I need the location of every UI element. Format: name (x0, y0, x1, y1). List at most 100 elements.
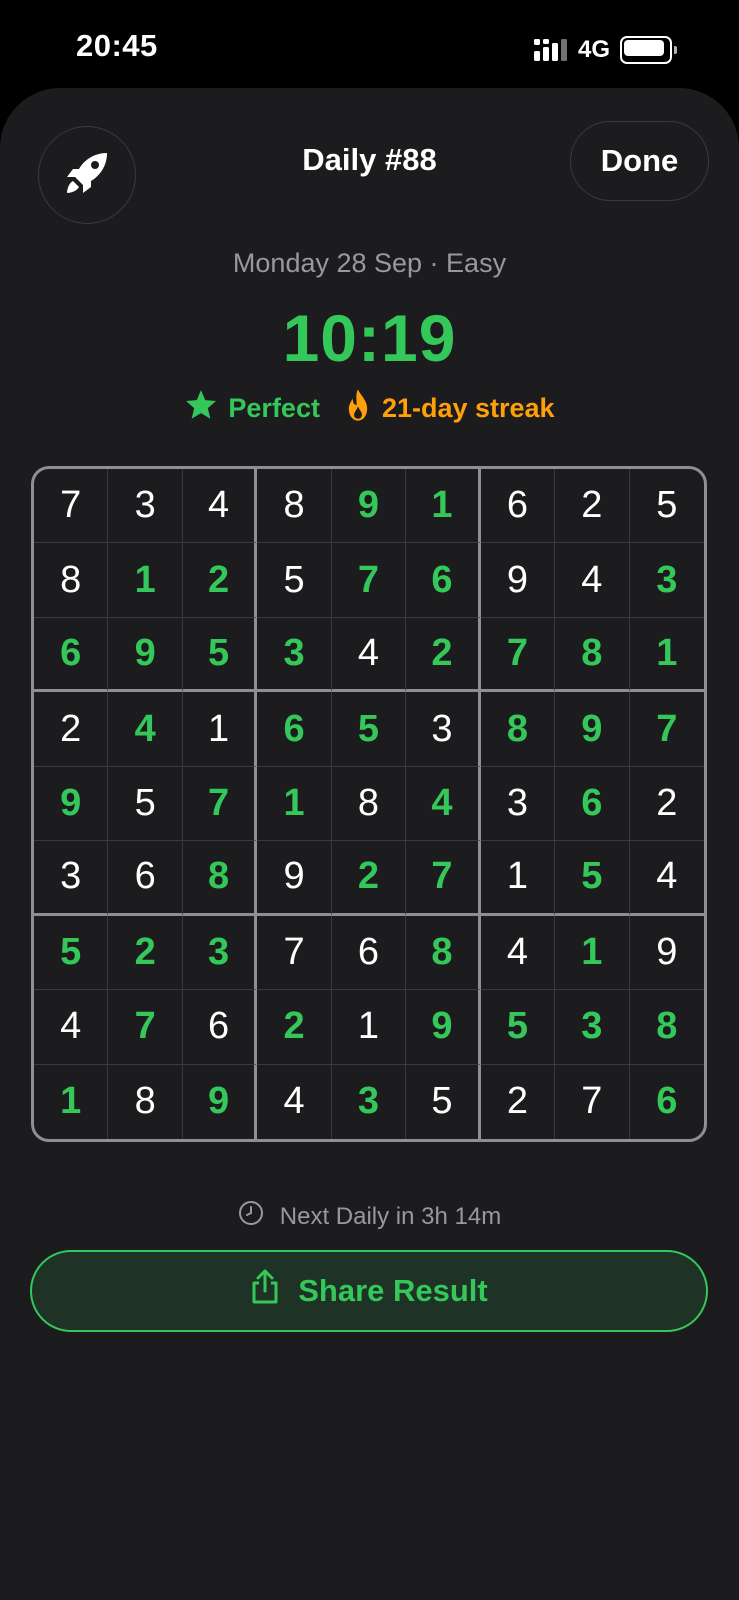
grid-cell: 8 (555, 617, 630, 693)
signal-icon (533, 39, 568, 61)
grid-cell: 7 (480, 617, 556, 693)
grid-cell: 5 (555, 841, 630, 916)
clock-icon (238, 1200, 264, 1233)
grid-cell: 9 (555, 692, 630, 767)
grid-cell: 4 (629, 841, 704, 916)
flame-icon (344, 388, 372, 429)
grid-cell: 5 (406, 1064, 481, 1139)
grid-cell: 2 (257, 990, 332, 1065)
grid-cell: 1 (108, 543, 183, 618)
grid-cell: 6 (257, 692, 332, 767)
grid-cell: 2 (182, 543, 258, 618)
grid-cell: 1 (555, 915, 630, 991)
network-label: 4G (577, 36, 610, 63)
share-icon (250, 1269, 280, 1313)
grid-cell: 1 (629, 618, 704, 693)
grid-cell: 4 (108, 692, 183, 767)
grid-cell: 5 (629, 469, 704, 544)
grid-cell: 2 (555, 469, 630, 544)
grid-cell: 3 (108, 469, 183, 544)
grid-cell: 2 (629, 767, 704, 842)
grid-cell: 3 (332, 1064, 407, 1139)
grid-cell: 4 (34, 990, 109, 1065)
grid-cell: 3 (34, 841, 109, 916)
grid-cell: 2 (34, 692, 109, 767)
grid-cell: 2 (331, 841, 407, 916)
grid-cell: 7 (331, 543, 407, 618)
grid-cell: 6 (34, 617, 109, 693)
done-button[interactable]: Done (570, 121, 709, 201)
grid-cell: 7 (108, 990, 183, 1065)
grid-cell: 9 (331, 469, 407, 544)
date-difficulty: Monday 28 Sep · Easy (232, 248, 507, 278)
streak-label: 21-day streak (381, 393, 555, 423)
grid-cell: 8 (629, 990, 704, 1065)
grid-cell: 5 (34, 915, 109, 991)
grid-cell: 5 (480, 990, 556, 1065)
grid-cell: 6 (555, 766, 630, 842)
grid-cell: 1 (34, 1064, 109, 1139)
result-badges: Perfect 21-day streak (0, 388, 739, 429)
grid-cell: 8 (331, 766, 407, 842)
sudoku-grid: 7348916258125769436953427812416538979571… (31, 466, 707, 1142)
grid-cell: 1 (406, 469, 481, 544)
grid-cell: 8 (257, 469, 332, 544)
grid-cell: 7 (629, 692, 704, 767)
grid-cell: 4 (331, 617, 407, 693)
grid-cell: 7 (34, 469, 109, 544)
grid-cell: 9 (34, 766, 109, 842)
grid-cell: 7 (257, 915, 332, 991)
grid-cell: 4 (257, 1064, 332, 1139)
grid-cell: 8 (34, 543, 109, 618)
next-daily-countdown: Next Daily in 3h 14m (0, 1200, 739, 1233)
grid-cell: 9 (406, 990, 481, 1065)
star-icon (184, 388, 218, 429)
grid-cell: 9 (480, 543, 556, 618)
status-time: 20:45 (76, 28, 158, 63)
grid-cell: 1 (182, 692, 258, 767)
completion-time: 10:19 (282, 301, 457, 375)
grid-cell: 3 (555, 990, 630, 1065)
grid-cell: 3 (629, 543, 704, 618)
next-daily-label: Next Daily in 3h 14m (279, 1202, 502, 1230)
grid-cell: 4 (182, 469, 258, 544)
grid-cell: 3 (480, 766, 556, 842)
daily-result-sheet: Daily #88 Done Monday 28 Sep · Easy 10:1… (0, 88, 739, 1600)
grid-cell: 2 (406, 617, 481, 693)
grid-cell: 5 (108, 766, 183, 842)
grid-cell: 7 (555, 1064, 630, 1139)
status-indicators: 4G (533, 36, 677, 64)
grid-cell: 5 (182, 617, 258, 693)
grid-cell: 5 (257, 543, 332, 618)
grid-cell: 9 (183, 1064, 258, 1139)
grid-cell: 8 (182, 841, 258, 916)
grid-cell: 8 (108, 1064, 183, 1139)
streak-badge: 21-day streak (344, 388, 555, 429)
grid-cell: 6 (480, 469, 556, 544)
grid-cell: 7 (182, 766, 258, 842)
grid-cell: 5 (331, 692, 407, 767)
share-label: Share Result (298, 1273, 488, 1308)
grid-cell: 2 (481, 1064, 556, 1139)
battery-icon (620, 36, 677, 64)
grid-cell: 7 (406, 841, 481, 916)
grid-cell: 8 (480, 692, 556, 767)
grid-cell: 4 (555, 543, 630, 618)
perfect-badge: Perfect (184, 388, 320, 429)
grid-cell: 4 (480, 915, 556, 991)
grid-cell: 3 (257, 617, 332, 693)
grid-cell: 3 (406, 692, 481, 767)
grid-cell: 2 (108, 915, 183, 991)
grid-cell: 6 (406, 543, 481, 618)
grid-cell: 6 (182, 990, 258, 1065)
grid-cell: 4 (406, 766, 481, 842)
grid-cell: 8 (406, 915, 481, 991)
grid-cell: 9 (257, 841, 332, 916)
grid-cell: 1 (480, 841, 556, 916)
grid-cell: 6 (108, 841, 183, 916)
share-result-button[interactable]: Share Result (30, 1250, 708, 1332)
grid-cell: 6 (656, 1080, 678, 1123)
grid-cell: 1 (331, 990, 407, 1065)
grid-cell: 9 (108, 617, 183, 693)
grid-cell: 3 (182, 915, 258, 991)
